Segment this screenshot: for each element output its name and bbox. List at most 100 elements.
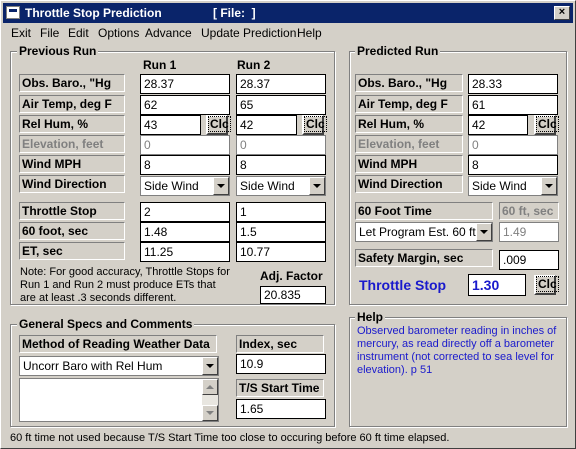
pred-label-sixty-ft-sec: 60 ft, sec bbox=[499, 202, 559, 220]
menu-exit[interactable]: Exit bbox=[11, 26, 31, 40]
menu-advance[interactable]: Advance bbox=[145, 26, 192, 40]
previous-run-title: Previous Run bbox=[17, 44, 99, 58]
pred-label-sixty-foot-time: 60 Foot Time bbox=[355, 202, 493, 220]
run1-wind-mph-input[interactable]: 8 bbox=[140, 155, 230, 175]
pred-label-air-temp: Air Temp, deg F bbox=[355, 95, 463, 113]
label-obs-baro: Obs. Baro., "Hg bbox=[19, 74, 125, 92]
pred-label-wind-direction: Wind Direction bbox=[355, 175, 463, 193]
label-method-weather: Method of Reading Weather Data bbox=[19, 335, 217, 353]
run1-air-temp-input[interactable]: 62 bbox=[140, 95, 230, 115]
chevron-down-icon[interactable] bbox=[202, 357, 218, 375]
run2-baro-input[interactable]: 28.37 bbox=[236, 74, 326, 94]
pred-baro-input[interactable]: 28.33 bbox=[468, 74, 558, 94]
help-line-4: elevation). p 51 bbox=[357, 364, 433, 376]
general-specs-title: General Specs and Comments bbox=[17, 317, 195, 331]
safety-margin-input[interactable]: .009 bbox=[499, 250, 559, 270]
pred-air-temp-input[interactable]: 61 bbox=[468, 95, 558, 115]
run1-rel-hum-input[interactable]: 43 bbox=[140, 115, 201, 135]
app-window: Throttle Stop Prediction [ File: ] × Exi… bbox=[0, 0, 576, 449]
menu-file[interactable]: File bbox=[40, 26, 59, 40]
label-elevation: Elevation, feet bbox=[19, 135, 125, 153]
file-label: [ File: ] bbox=[213, 6, 256, 20]
pred-wind-direction-select[interactable]: Side Wind bbox=[468, 176, 558, 196]
run2-clc-button[interactable]: Clc bbox=[302, 115, 327, 135]
comments-textarea[interactable] bbox=[19, 378, 219, 422]
run1-header: Run 1 bbox=[143, 58, 177, 72]
run1-baro-input[interactable]: 28.37 bbox=[140, 74, 230, 94]
help-text: Observed barometer reading in inches of … bbox=[357, 325, 556, 377]
window-title: Throttle Stop Prediction bbox=[25, 6, 162, 20]
pred-clc-humidity-label: Clc bbox=[536, 116, 559, 132]
run2-rel-hum-input[interactable]: 42 bbox=[236, 115, 297, 135]
menu-edit[interactable]: Edit bbox=[68, 26, 89, 40]
pred-wind-mph-input[interactable]: 8 bbox=[468, 155, 558, 175]
run2-wind-direction-value: Side Wind bbox=[240, 179, 295, 193]
label-et: ET, sec bbox=[19, 242, 125, 260]
run2-elevation-input: 0 bbox=[236, 135, 326, 155]
scroll-up-icon[interactable] bbox=[202, 379, 218, 395]
help-line-3: instrument (not corrected to sea level f… bbox=[357, 351, 554, 363]
ts-start-time-input[interactable]: 1.65 bbox=[236, 399, 326, 419]
note-line-2: Run 1 and Run 2 must produce ETs that bbox=[20, 279, 216, 291]
run2-sixty-foot-input[interactable]: 1.5 bbox=[236, 222, 326, 242]
run1-wind-direction-value: Side Wind bbox=[144, 179, 199, 193]
pred-clc-throttle-button[interactable]: Clc bbox=[534, 275, 559, 295]
help-line-1: Observed barometer reading in inches of bbox=[357, 325, 557, 337]
pred-label-obs-baro: Obs. Baro., "Hg bbox=[355, 74, 463, 92]
label-wind-mph: Wind MPH bbox=[19, 155, 125, 173]
sixty-ft-mode-select[interactable]: Let Program Est. 60 ft tim bbox=[355, 222, 493, 242]
adj-factor-value: 20.835 bbox=[260, 286, 326, 304]
predicted-throttle-stop-value: 1.30 bbox=[468, 274, 526, 296]
run1-clc-button[interactable]: Clc bbox=[206, 115, 231, 135]
comments-scrollbar[interactable] bbox=[202, 379, 218, 421]
run1-elevation-input: 0 bbox=[140, 135, 230, 155]
pred-elevation-input: 0 bbox=[468, 135, 558, 155]
run2-throttle-stop-input[interactable]: 1 bbox=[236, 202, 326, 222]
label-index-sec: Index, sec bbox=[236, 335, 324, 353]
run1-et-input[interactable]: 11.25 bbox=[140, 242, 230, 262]
chevron-down-icon[interactable] bbox=[213, 177, 229, 195]
note-line-1: Note: For good accuracy, Throttle Stops … bbox=[20, 266, 230, 278]
app-icon[interactable] bbox=[6, 6, 20, 19]
adj-factor-label: Adj. Factor bbox=[260, 269, 323, 283]
label-rel-hum: Rel Hum, % bbox=[19, 115, 125, 133]
label-throttle-stop: Throttle Stop bbox=[19, 202, 125, 220]
sixty-ft-mode-value: Let Program Est. 60 ft tim bbox=[359, 225, 493, 239]
method-weather-select[interactable]: Uncorr Baro with Rel Hum bbox=[19, 356, 219, 376]
menu-help[interactable]: Help bbox=[297, 26, 322, 40]
run2-header: Run 2 bbox=[237, 58, 271, 72]
close-button[interactable]: × bbox=[554, 6, 570, 20]
label-air-temp: Air Temp, deg F bbox=[19, 95, 125, 113]
predicted-throttle-stop-label: Throttle Stop bbox=[359, 277, 447, 293]
predicted-run-title: Predicted Run bbox=[355, 44, 441, 58]
label-wind-direction: Wind Direction bbox=[19, 175, 125, 193]
run2-et-input[interactable]: 10.77 bbox=[236, 242, 326, 262]
chevron-down-icon[interactable] bbox=[476, 223, 492, 241]
pred-wind-direction-value: Side Wind bbox=[472, 179, 527, 193]
chevron-down-icon[interactable] bbox=[541, 177, 557, 195]
run2-wind-direction-select[interactable]: Side Wind bbox=[236, 176, 326, 196]
pred-label-safety-margin: Safety Margin, sec bbox=[355, 249, 493, 267]
pred-label-rel-hum: Rel Hum, % bbox=[355, 115, 463, 133]
scroll-down-icon[interactable] bbox=[202, 405, 218, 421]
pred-sixty-ft-sec-input: 1.49 bbox=[499, 222, 559, 242]
pred-label-wind-mph: Wind MPH bbox=[355, 155, 463, 173]
pred-clc-humidity-button[interactable]: Clc bbox=[534, 115, 559, 135]
index-sec-input[interactable]: 10.9 bbox=[236, 354, 326, 374]
run1-sixty-foot-input[interactable]: 1.48 bbox=[140, 222, 230, 242]
chevron-down-icon[interactable] bbox=[309, 177, 325, 195]
status-message: 60 ft time not used because T/S Start Ti… bbox=[10, 432, 450, 444]
help-title: Help bbox=[355, 310, 386, 324]
run2-air-temp-input[interactable]: 65 bbox=[236, 95, 326, 115]
pred-clc-throttle-label: Clc bbox=[536, 276, 559, 292]
help-line-2: mercury, as read directly off a baromete… bbox=[357, 338, 555, 350]
pred-rel-hum-input[interactable]: 42 bbox=[468, 115, 528, 135]
run1-throttle-stop-input[interactable]: 2 bbox=[140, 202, 230, 222]
menu-update-prediction[interactable]: Update Prediction bbox=[201, 26, 296, 40]
note-line-3: are at least .3 seconds different. bbox=[20, 292, 177, 304]
menu-options[interactable]: Options bbox=[98, 26, 139, 40]
run1-wind-direction-select[interactable]: Side Wind bbox=[140, 176, 230, 196]
run2-wind-mph-input[interactable]: 8 bbox=[236, 155, 326, 175]
label-sixty-foot: 60 foot, sec bbox=[19, 222, 125, 240]
run2-clc-label: Clc bbox=[304, 116, 327, 132]
